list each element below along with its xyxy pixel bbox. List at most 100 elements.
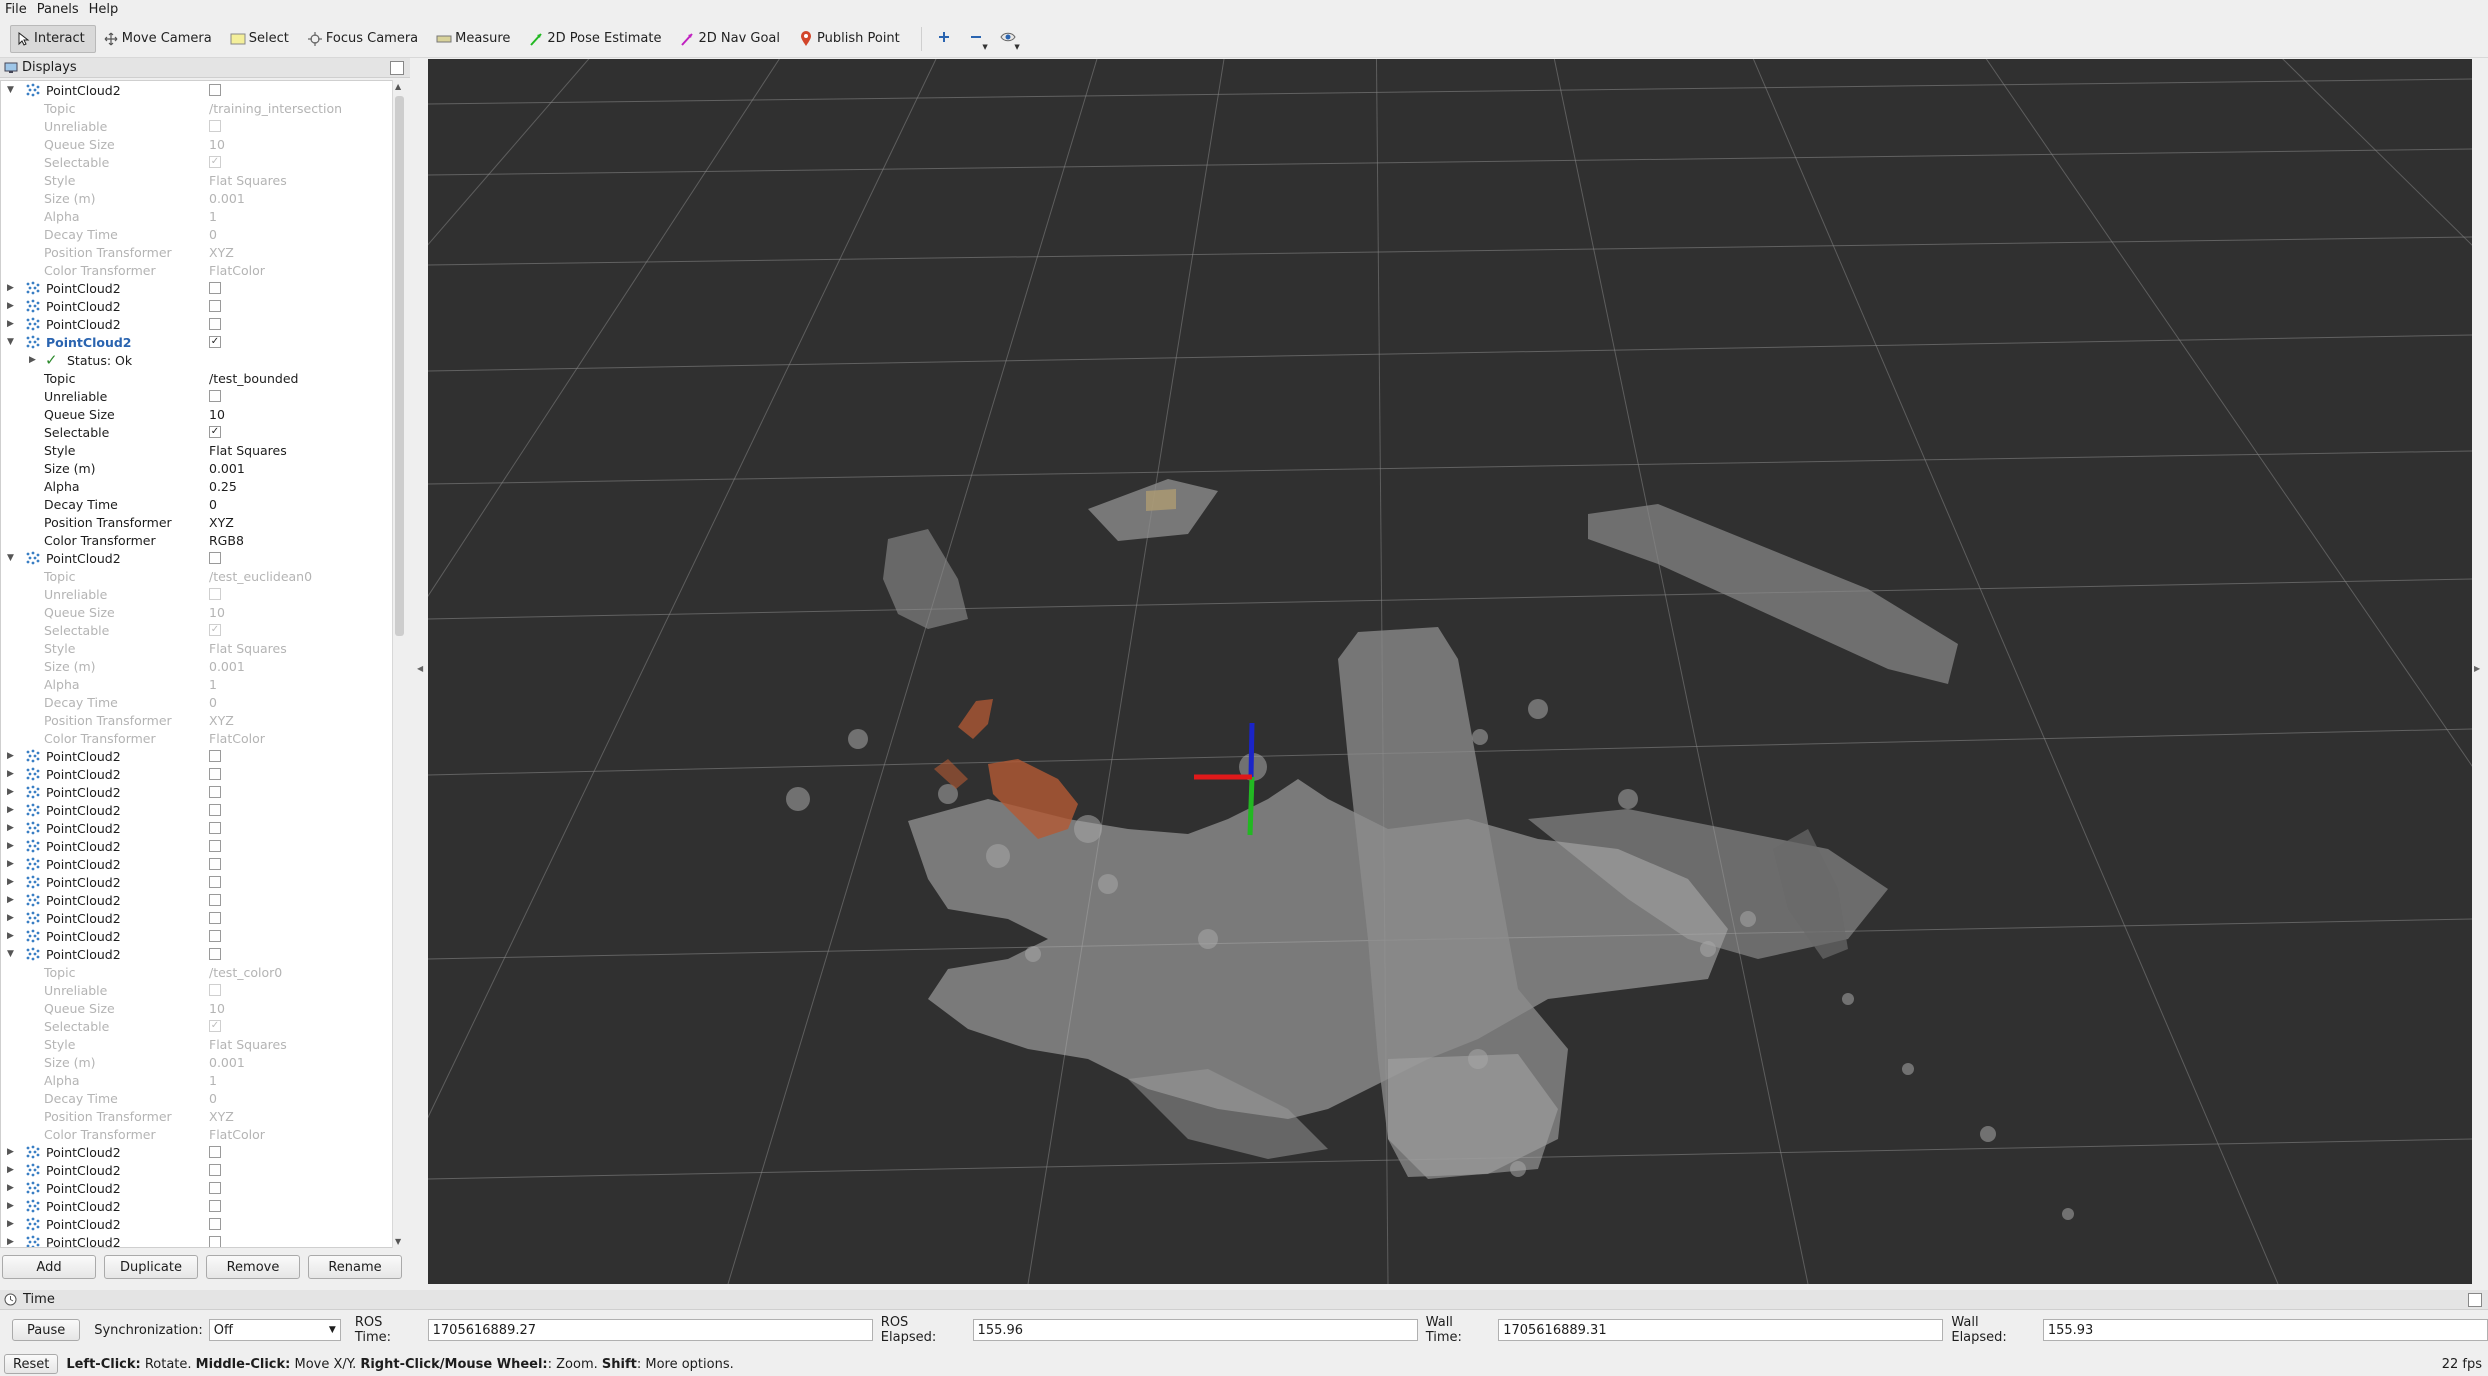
enable-checkbox[interactable] (209, 1218, 221, 1230)
property-value[interactable]: 0.001 (209, 659, 245, 674)
expand-arrow-icon[interactable]: ▶ (7, 1183, 17, 1193)
property-value[interactable]: FlatColor (209, 731, 265, 746)
property-row[interactable]: Position Transformer XYZ (1, 243, 394, 261)
panel-splitter[interactable]: ◀ (411, 58, 428, 1288)
enable-checkbox[interactable] (209, 552, 221, 564)
tool-focus-camera[interactable]: Focus Camera (302, 25, 429, 53)
property-value[interactable]: 1 (209, 677, 217, 692)
display-item-pointcloud2[interactable]: ▼ PointCloud2 ✓ (1, 333, 394, 351)
enable-checkbox[interactable] (209, 1182, 221, 1194)
property-value[interactable]: Flat Squares (209, 173, 287, 188)
property-row[interactable]: Size (m) 0.001 (1, 459, 394, 477)
property-row[interactable]: Topic/training_intersection (1, 99, 394, 117)
property-row[interactable]: Decay Time 0 (1, 225, 394, 243)
property-value[interactable]: /test_bounded (209, 371, 298, 386)
property-row[interactable]: Topic/test_bounded (1, 369, 394, 387)
property-value[interactable]: 10 (209, 1001, 225, 1016)
property-value[interactable]: XYZ (209, 713, 234, 728)
display-item-pointcloud2[interactable]: ▶ PointCloud2 (1, 909, 394, 927)
expand-arrow-icon[interactable]: ▶ (7, 283, 17, 293)
expand-arrow-icon[interactable]: ▶ (7, 1219, 17, 1229)
expand-arrow-icon[interactable]: ▶ (29, 355, 36, 365)
menu-file[interactable]: File (0, 0, 32, 19)
display-item-pointcloud2[interactable]: ▼ PointCloud2 (1, 549, 394, 567)
property-row[interactable]: Style Flat Squares (1, 171, 394, 189)
property-checkbox[interactable] (209, 120, 221, 132)
enable-checkbox[interactable] (209, 1164, 221, 1176)
remove-tool-button[interactable]: ▼ (962, 25, 990, 53)
enable-checkbox[interactable] (209, 1236, 221, 1247)
expand-arrow-icon[interactable]: ▶ (7, 1147, 17, 1157)
display-item-pointcloud2[interactable]: ▶ PointCloud2 (1, 1233, 394, 1247)
property-row[interactable]: Topic/test_euclidean0 (1, 567, 394, 585)
collapse-right-icon[interactable]: ▶ (2474, 664, 2480, 673)
property-value[interactable]: FlatColor (209, 1127, 265, 1142)
collapse-left-icon[interactable]: ◀ (417, 664, 423, 673)
enable-checkbox[interactable] (209, 1200, 221, 1212)
enable-checkbox[interactable] (209, 300, 221, 312)
property-value[interactable]: 0 (209, 497, 217, 512)
property-row[interactable]: Alpha 1 (1, 1071, 394, 1089)
display-item-pointcloud2[interactable]: ▶ PointCloud2 (1, 1215, 394, 1233)
property-value[interactable]: 0.001 (209, 1055, 245, 1070)
tool-2d-pose-estimate[interactable]: 2D Pose Estimate (523, 25, 672, 53)
property-row[interactable]: Selectable ✓ (1, 423, 394, 441)
reset-button[interactable]: Reset (4, 1354, 59, 1374)
tool-measure[interactable]: Measure (431, 25, 521, 53)
display-item-pointcloud2[interactable]: ▶ PointCloud2 (1, 765, 394, 783)
property-row[interactable]: Queue Size 10 (1, 405, 394, 423)
property-value[interactable]: /training_intersection (209, 101, 342, 116)
tool-2d-nav-goal[interactable]: 2D Nav Goal (674, 25, 791, 53)
menu-help[interactable]: Help (84, 0, 124, 19)
enable-checkbox[interactable] (209, 822, 221, 834)
tool-move-camera[interactable]: Move Camera (98, 25, 223, 53)
scrollbar-thumb[interactable] (395, 96, 404, 636)
property-value[interactable]: Flat Squares (209, 641, 287, 656)
property-row[interactable]: Style Flat Squares (1, 1035, 394, 1053)
pause-button[interactable]: Pause (12, 1319, 81, 1341)
property-row[interactable]: Selectable ✓ (1, 1017, 394, 1035)
display-item-pointcloud2[interactable]: ▶ PointCloud2 (1, 891, 394, 909)
enable-checkbox[interactable] (209, 84, 221, 96)
property-row[interactable]: Alpha 0.25 (1, 477, 394, 495)
property-row[interactable]: Unreliable (1, 585, 394, 603)
display-item-pointcloud2[interactable]: ▶ PointCloud2 (1, 927, 394, 945)
property-row[interactable]: Size (m) 0.001 (1, 189, 394, 207)
property-checkbox[interactable]: ✓ (209, 624, 221, 636)
property-value[interactable]: 0 (209, 227, 217, 242)
property-value[interactable]: XYZ (209, 245, 234, 260)
property-value[interactable]: 0 (209, 695, 217, 710)
display-item-pointcloud2[interactable]: ▶ PointCloud2 (1, 747, 394, 765)
expand-arrow-icon[interactable]: ▶ (7, 787, 17, 797)
property-value[interactable]: 1 (209, 209, 217, 224)
add-button[interactable]: Add (2, 1255, 96, 1279)
enable-checkbox[interactable] (209, 876, 221, 888)
rename-button[interactable]: Rename (308, 1255, 402, 1279)
display-item-pointcloud2[interactable]: ▶ PointCloud2 (1, 279, 394, 297)
property-row[interactable]: Decay Time 0 (1, 693, 394, 711)
property-value[interactable]: 1 (209, 1073, 217, 1088)
property-checkbox[interactable] (209, 984, 221, 996)
display-item-pointcloud2[interactable]: ▶ PointCloud2 (1, 819, 394, 837)
expand-arrow-icon[interactable]: ▶ (7, 301, 17, 311)
expand-arrow-icon[interactable]: ▶ (7, 805, 17, 815)
display-item-pointcloud2[interactable]: ▶ PointCloud2 (1, 1197, 394, 1215)
property-row[interactable]: Position Transformer XYZ (1, 513, 394, 531)
property-value[interactable]: 0.25 (209, 479, 237, 494)
property-value[interactable]: 10 (209, 137, 225, 152)
enable-checkbox[interactable] (209, 804, 221, 816)
displays-scrollbar[interactable]: ▲ ▼ (392, 80, 406, 1248)
enable-checkbox[interactable] (209, 840, 221, 852)
property-value[interactable]: 10 (209, 605, 225, 620)
property-row[interactable]: Unreliable (1, 117, 394, 135)
display-item-pointcloud2[interactable]: ▶ PointCloud2 (1, 801, 394, 819)
3d-scene[interactable] (428, 59, 2472, 1284)
expand-arrow-icon[interactable]: ▶ (7, 895, 17, 905)
expand-arrow-icon[interactable]: ▶ (7, 931, 17, 941)
property-row[interactable]: Position Transformer XYZ (1, 711, 394, 729)
sync-select[interactable]: Off ▼ (208, 1319, 341, 1341)
collapse-arrow-icon[interactable]: ▼ (7, 85, 17, 95)
property-checkbox[interactable]: ✓ (209, 426, 221, 438)
property-checkbox[interactable] (209, 588, 221, 600)
property-value[interactable]: XYZ (209, 515, 234, 530)
